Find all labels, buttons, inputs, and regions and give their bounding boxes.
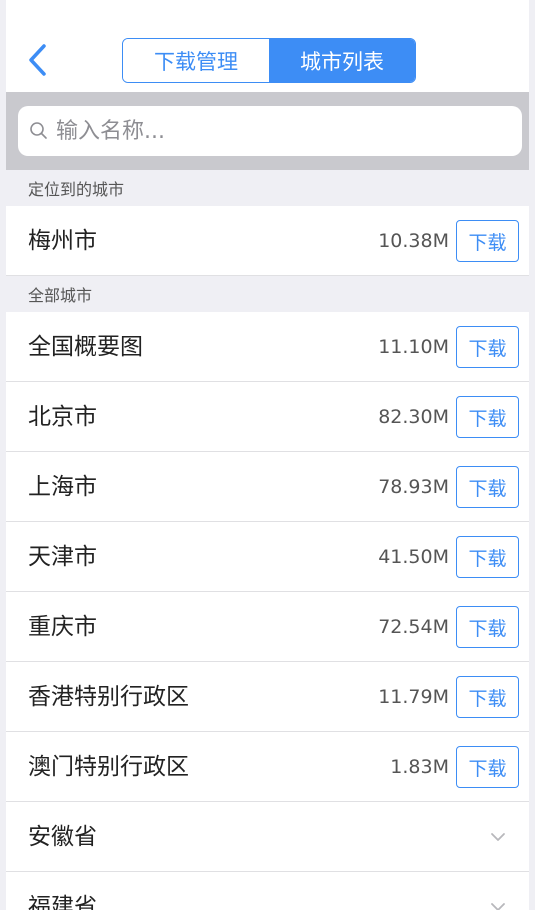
download-button[interactable]: 下载 bbox=[456, 466, 519, 508]
list-item[interactable]: 重庆市 72.54M 下载 bbox=[0, 592, 535, 662]
download-button[interactable]: 下载 bbox=[456, 396, 519, 438]
download-button[interactable]: 下载 bbox=[456, 536, 519, 578]
city-name: 梅州市 bbox=[28, 228, 97, 254]
segmented-control: 下载管理 城市列表 bbox=[122, 38, 416, 83]
province-item[interactable]: 安徽省 bbox=[0, 802, 535, 872]
city-name: 重庆市 bbox=[28, 614, 97, 640]
list-item[interactable]: 上海市 78.93M 下载 bbox=[0, 452, 535, 522]
city-name: 香港特别行政区 bbox=[28, 684, 189, 710]
tab-download-management[interactable]: 下载管理 bbox=[123, 39, 269, 82]
search-field-container[interactable] bbox=[18, 106, 522, 156]
chevron-down-icon bbox=[491, 833, 505, 841]
download-button[interactable]: 下载 bbox=[456, 326, 519, 368]
list-item[interactable]: 澳门特别行政区 1.83M 下载 bbox=[0, 732, 535, 802]
city-name: 澳门特别行政区 bbox=[28, 754, 189, 780]
city-name: 天津市 bbox=[28, 544, 97, 570]
search-icon bbox=[28, 120, 50, 142]
city-name: 全国概要图 bbox=[28, 334, 143, 360]
chevron-left-icon bbox=[29, 44, 46, 76]
back-button[interactable] bbox=[24, 40, 54, 80]
search-input[interactable] bbox=[54, 117, 498, 145]
left-edge bbox=[0, 0, 6, 910]
province-item[interactable]: 福建省 bbox=[0, 872, 535, 910]
city-name: 上海市 bbox=[28, 474, 97, 500]
city-size: 11.10M bbox=[378, 336, 449, 358]
city-size: 82.30M bbox=[378, 406, 449, 428]
province-name: 安徽省 bbox=[28, 824, 97, 850]
city-size: 11.79M bbox=[378, 686, 449, 708]
search-bar bbox=[0, 92, 535, 170]
chevron-down-icon bbox=[491, 903, 505, 910]
navigation-bar: 下载管理 城市列表 bbox=[0, 0, 535, 92]
city-name: 北京市 bbox=[28, 404, 97, 430]
province-name: 福建省 bbox=[28, 894, 97, 910]
list-item[interactable]: 天津市 41.50M 下载 bbox=[0, 522, 535, 592]
list-item[interactable]: 全国概要图 11.10M 下载 bbox=[0, 312, 535, 382]
list-item[interactable]: 香港特别行政区 11.79M 下载 bbox=[0, 662, 535, 732]
city-size: 1.83M bbox=[390, 756, 449, 778]
list-item[interactable]: 北京市 82.30M 下载 bbox=[0, 382, 535, 452]
download-button[interactable]: 下载 bbox=[456, 746, 519, 788]
section-header-located: 定位到的城市 bbox=[0, 170, 535, 206]
city-size: 41.50M bbox=[378, 546, 449, 568]
tab-city-list[interactable]: 城市列表 bbox=[269, 39, 415, 82]
list-item-located-city[interactable]: 梅州市 10.38M 下载 bbox=[0, 206, 535, 276]
download-button[interactable]: 下载 bbox=[456, 606, 519, 648]
download-button[interactable]: 下载 bbox=[456, 676, 519, 718]
city-size: 10.38M bbox=[378, 230, 449, 252]
download-button[interactable]: 下载 bbox=[456, 220, 519, 262]
section-header-all: 全部城市 bbox=[0, 276, 535, 312]
city-list-screen: 下载管理 城市列表 定位到的城市 梅州市 10.38M 下载 全部城市 全国概要… bbox=[0, 0, 535, 910]
right-edge bbox=[529, 0, 535, 910]
city-size: 78.93M bbox=[378, 476, 449, 498]
city-size: 72.54M bbox=[378, 616, 449, 638]
